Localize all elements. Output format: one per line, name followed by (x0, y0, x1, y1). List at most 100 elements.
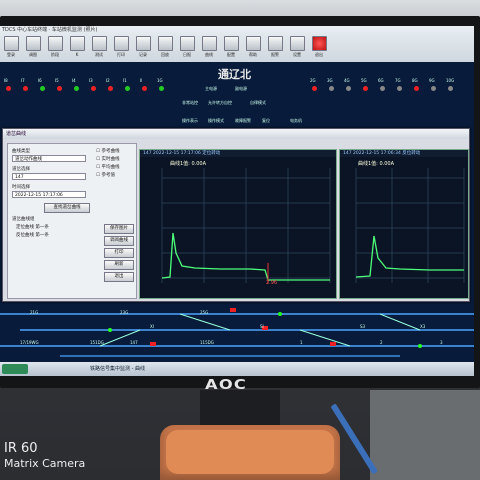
find-curve-button[interactable]: 查找道岔曲线 (44, 203, 90, 213)
signal-label: 10G (446, 78, 455, 83)
toolbar-button-label: 报警 (271, 52, 279, 57)
status-label: 主电源 (205, 86, 217, 91)
track-label: 147 (130, 340, 138, 345)
signal-indicator-dot (431, 86, 436, 91)
camera-watermark-model: IR 60 (4, 441, 38, 456)
toolbar-button-label: 登录 (7, 52, 15, 57)
track-label: 21G (30, 310, 39, 315)
type-select[interactable]: 道岔动作曲线 (12, 155, 86, 162)
signal-indicator-dot (57, 86, 62, 91)
toolbar-button[interactable] (180, 36, 195, 51)
toolbar-button[interactable] (290, 36, 305, 51)
toolbar-button[interactable] (4, 36, 19, 51)
plot-canvas (355, 168, 465, 283)
toolbar-button-label: 回放 (161, 52, 169, 57)
plot-canvas (161, 168, 331, 283)
track-label: 3 (440, 340, 443, 345)
toolbar-button[interactable] (312, 36, 327, 51)
signal-label: 6G (378, 78, 384, 83)
signal-indicator-dot (40, 86, 45, 91)
curve-plot-left: 147 2022-12-15 17:17:06 定位转动 曲线1值: 0.00A… (139, 149, 337, 299)
toolbar-button-label: 记录 (139, 52, 147, 57)
toolbar-button-label: 日报 (183, 52, 191, 57)
toolbar-button-label: 阶段 (51, 52, 59, 57)
signal-indicator-dot (380, 86, 385, 91)
signal-label: I1 (123, 78, 127, 83)
signal-label: I7 (21, 78, 25, 83)
plot-end-value: 2.96 (266, 280, 278, 286)
signal-indicator-dot (23, 86, 28, 91)
toolbar-button[interactable] (92, 36, 107, 51)
track-label: XI (150, 324, 154, 329)
status-label: 非常站控 (182, 100, 198, 105)
signal-label: 9G (429, 78, 435, 83)
desk-papers (370, 390, 480, 480)
window-title: TDCS 中心车站终端 · 车站微机监测 (照片) (2, 27, 98, 33)
toolbar-button[interactable] (26, 36, 41, 51)
toolbar: TDCS 中心车站终端 · 车站微机监测 (照片) 登录 调图 阶段 K 测试 打印 记录 回… (0, 26, 474, 63)
signal-indicator-dot (397, 86, 402, 91)
signal-indicator-dot (108, 86, 113, 91)
taskbar-app-label[interactable]: 铁路信号集中监测 - 曲线 (90, 365, 145, 372)
monitor-screen: TDCS 中心车站终端 · 车站微机监测 (照片) 登录 调图 阶段 K 测试 打印 记录回… (0, 26, 474, 376)
dialog-title: 道岔曲线 (3, 129, 469, 139)
toolbar-button[interactable] (158, 36, 173, 51)
status-label: 电务机 (290, 118, 302, 123)
signal-label: 2G (310, 78, 316, 83)
time-field[interactable]: 2022-12-15 17:17:06 (12, 191, 86, 198)
status-label: 允许转方自控 (208, 100, 232, 105)
track-label: 25G (200, 310, 209, 315)
checkbox-ref-value[interactable]: ☐ 参考值 (96, 172, 115, 178)
plot-header: 147 2022-12-15 17:17:06 定位转动 (140, 150, 336, 157)
toolbar-button[interactable] (48, 36, 63, 51)
toolbar-button[interactable] (246, 36, 261, 51)
signal-label: 7G (395, 78, 401, 83)
signal-label: II (140, 78, 143, 83)
signal-label: I6 (38, 78, 42, 83)
checkbox-reference[interactable]: ☐ 参考曲线 (96, 148, 119, 154)
curve-row-2[interactable]: 反位曲线 第一条 (16, 232, 49, 238)
toolbar-button-label: 设置 (293, 52, 301, 57)
checkbox-average[interactable]: ☐ 平均曲线 (96, 164, 119, 170)
type-label: 曲线类型 (12, 149, 30, 154)
exit-button[interactable]: 退出 (104, 272, 134, 282)
save-image-button[interactable]: 保存图片 (104, 224, 134, 234)
taskbar: 铁路信号集中监测 - 曲线 (0, 362, 474, 376)
track-label: 17/19WG (20, 340, 39, 345)
toolbar-button[interactable] (224, 36, 239, 51)
signal-label: 3G (327, 78, 333, 83)
toolbar-button[interactable] (136, 36, 151, 51)
print-button[interactable]: 打印 (104, 248, 134, 258)
signal-indicator-dot (125, 86, 130, 91)
refresh-button[interactable]: 刷新 (104, 260, 134, 270)
toolbar-button-label: 帮助 (249, 52, 257, 57)
signal-label: I3 (89, 78, 93, 83)
checkbox-realtime[interactable]: ☐ 实时曲线 (96, 156, 119, 162)
toolbar-button[interactable] (114, 36, 129, 51)
toolbar-button-label: 退出 (315, 52, 323, 57)
status-label: 自律模式 (250, 100, 266, 105)
track-label: 23G (120, 310, 129, 315)
curve-row-1[interactable]: 定位曲线 第一条 (16, 224, 49, 230)
signal-label: 5G (361, 78, 367, 83)
signal-label: I5 (55, 78, 59, 83)
status-label: 操作表示 (182, 118, 198, 123)
start-button[interactable] (2, 364, 28, 374)
toolbar-button[interactable] (268, 36, 283, 51)
signal-label: 4G (344, 78, 350, 83)
signal-indicator-dot (346, 86, 351, 91)
status-label: 副电源 (235, 86, 247, 91)
status-label: 操作模式 (208, 118, 224, 123)
signal-indicator-dot (91, 86, 96, 91)
curve-query-form: 曲线类型 道岔动作曲线 道岔选择 147 时间选择 2022-12-15 17:… (7, 143, 137, 299)
track-label: SI (260, 324, 264, 329)
toolbar-button[interactable] (70, 36, 85, 51)
monitor-stand (200, 390, 280, 425)
switch-select[interactable]: 147 (12, 173, 86, 180)
toolbar-button[interactable] (202, 36, 217, 51)
signal-label: 8G (412, 78, 418, 83)
track-label: S3 (360, 324, 366, 329)
toolbar-button-label: K (75, 52, 79, 57)
switch-curve-dialog: 道岔曲线 曲线类型 道岔动作曲线 道岔选择 147 时间选择 2022-12-1… (2, 128, 470, 302)
view-curve-button[interactable]: 调阅曲线 (104, 236, 134, 246)
